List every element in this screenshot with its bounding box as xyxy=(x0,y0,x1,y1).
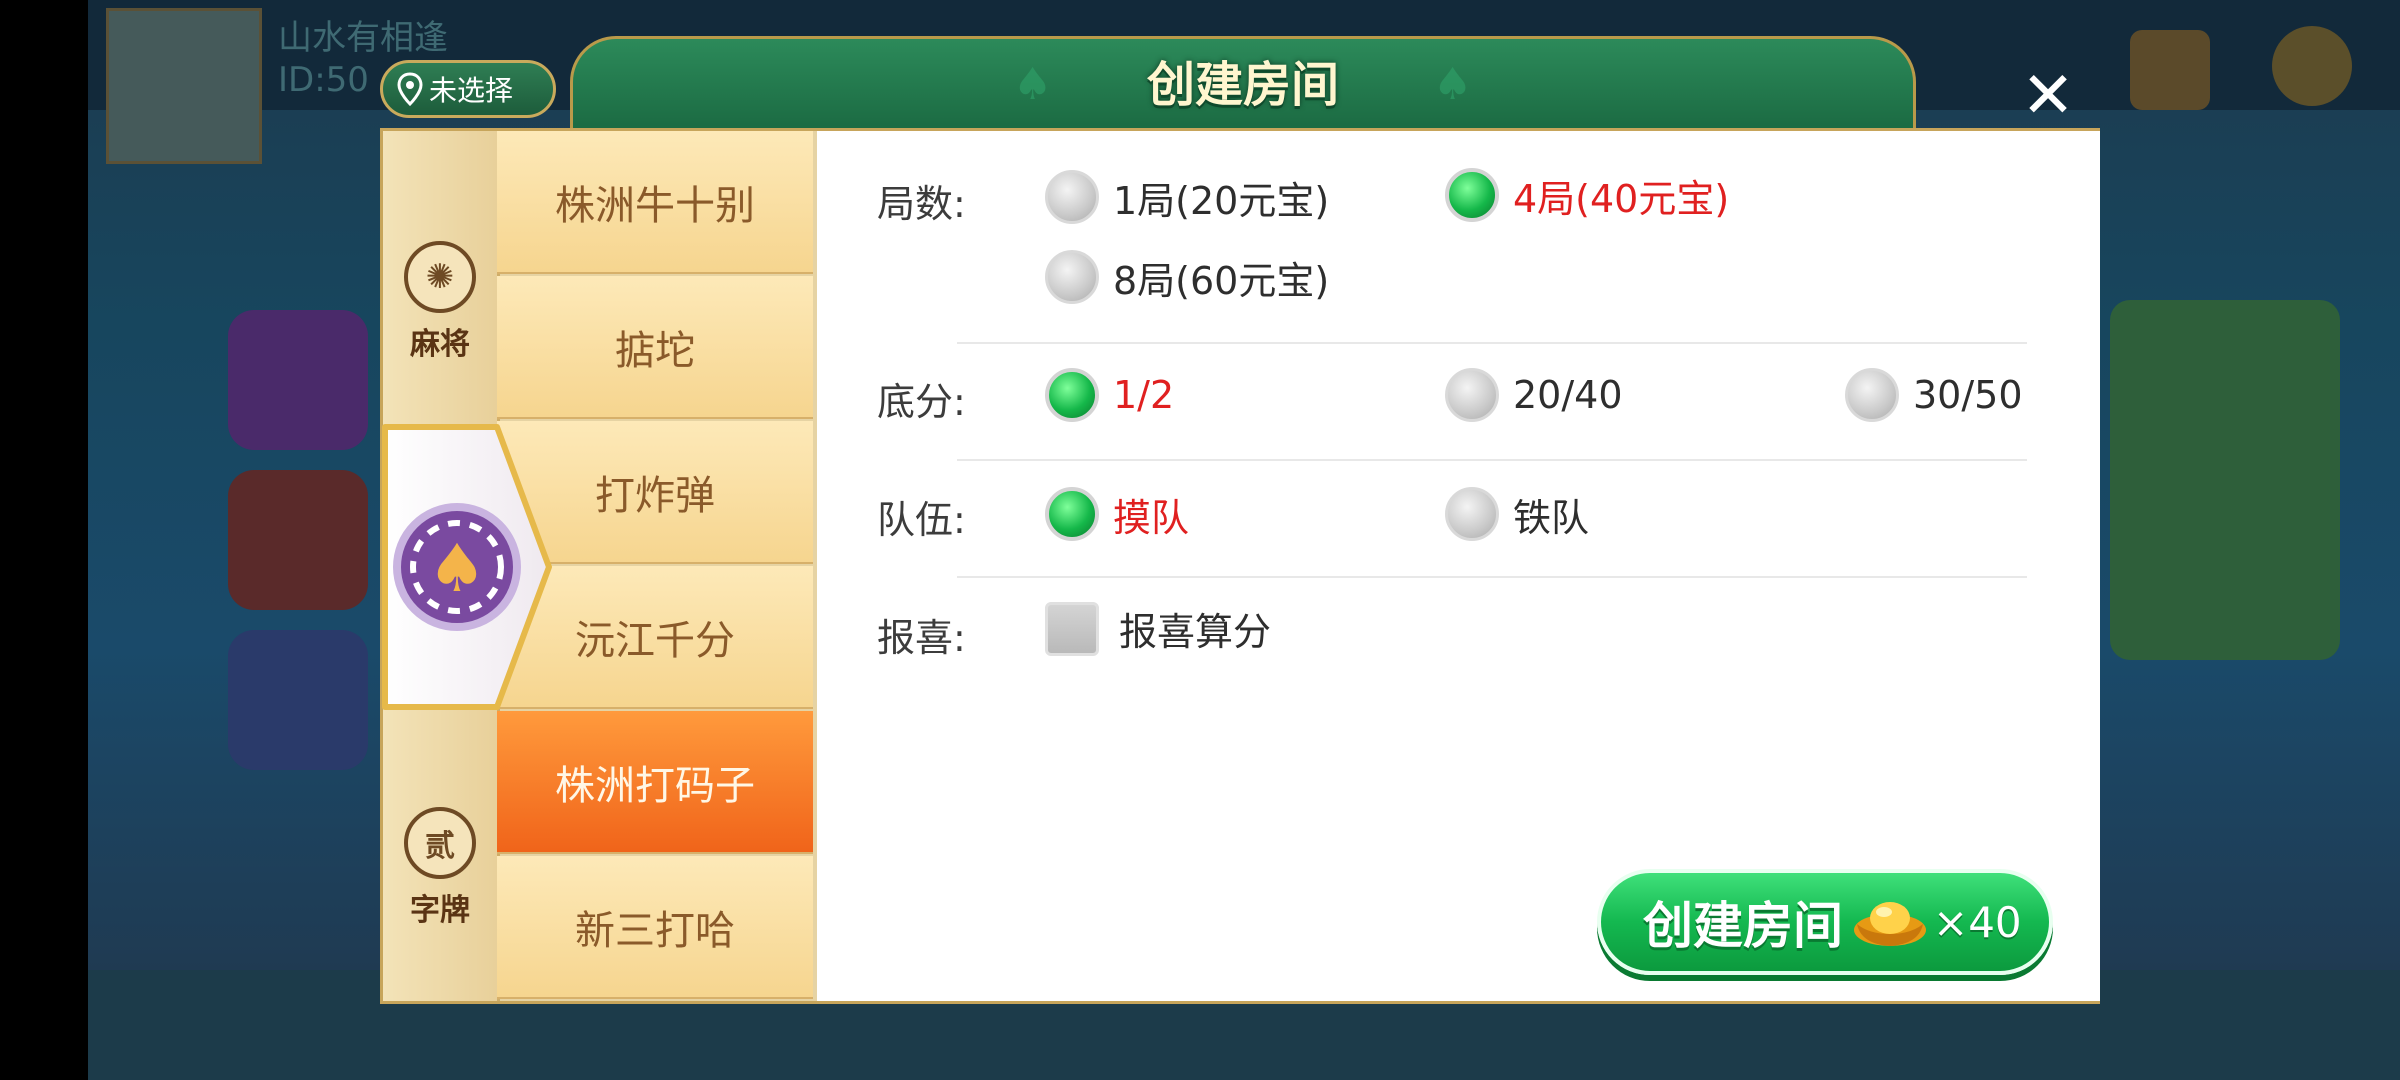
base-score-option-20-40[interactable]: 20/40 xyxy=(1445,365,1623,425)
team-option-tie[interactable]: 铁队 xyxy=(1445,484,1589,544)
create-room-button[interactable]: 创建房间 ×40 xyxy=(1597,869,2053,975)
radio-button[interactable] xyxy=(1445,487,1499,541)
radio-button-selected[interactable] xyxy=(1045,368,1099,422)
radio-button-selected[interactable] xyxy=(1045,487,1099,541)
lobby-tile-shop xyxy=(228,310,368,450)
category-zipai[interactable]: 贰 字牌 xyxy=(383,807,497,929)
game-item-xinsan-daha[interactable]: 新三打哈 xyxy=(497,856,813,999)
close-icon[interactable]: ✕ xyxy=(2008,56,2088,136)
settings-gear-icon xyxy=(2272,26,2352,106)
report-score-checkbox[interactable]: 报喜算分 xyxy=(1045,601,1271,656)
player-id: ID:50 xyxy=(278,60,369,100)
team-option-tie-label: 铁队 xyxy=(1513,495,1590,540)
lobby-tile-game1 xyxy=(228,470,368,610)
report-label: 报喜: xyxy=(877,616,966,660)
dialog-title: 创建房间 xyxy=(1146,57,1339,113)
game-item-zhuzhou-damazi[interactable]: 株洲打码子 xyxy=(497,711,813,854)
divider xyxy=(957,576,2027,578)
radio-button[interactable] xyxy=(1045,250,1099,304)
team-option-mo-label: 摸队 xyxy=(1113,495,1190,540)
category-mahjong[interactable]: ✺ 麻将 xyxy=(383,241,497,363)
game-item-diantuo[interactable]: 掂坨 xyxy=(497,276,813,419)
radio-button-selected[interactable] xyxy=(1445,168,1499,222)
base-score-option-30-50[interactable]: 30/50 xyxy=(1845,365,2023,425)
create-room-cost: ×40 xyxy=(1933,897,2022,947)
rounds-option-1-label: 1局(20元宝) xyxy=(1113,178,1330,223)
base-score-option-30-50-label: 30/50 xyxy=(1913,373,2023,417)
gold-ingot-icon xyxy=(1854,902,1926,946)
create-room-button-label: 创建房间 xyxy=(1643,897,1843,955)
team-label: 队伍: xyxy=(877,498,966,542)
poker-spade-icon: ♠ xyxy=(427,530,486,607)
create-room-dialog: ♠ ♠ 创建房间 未选择 ✕ ✺ 麻将 贰 字牌 株洲牛十别 掂坨 打炸弹 沅江… xyxy=(380,36,2100,1008)
rounds-option-4[interactable]: 4局(40元宝) xyxy=(1445,165,1729,225)
room-options-panel: 局数: 1局(20元宝) 4局(40元宝) 8局(60元宝) 底分: 1/2 2… xyxy=(817,131,2100,1001)
radio-button[interactable] xyxy=(1845,368,1899,422)
checkbox-box[interactable] xyxy=(1045,601,1099,656)
category-poker[interactable]: ♠ xyxy=(379,421,557,713)
player-avatar xyxy=(106,8,262,164)
rounds-label: 局数: xyxy=(877,182,966,226)
base-score-option-20-40-label: 20/40 xyxy=(1513,373,1623,417)
location-selector[interactable]: 未选择 xyxy=(380,60,556,118)
team-option-mo[interactable]: 摸队 xyxy=(1045,484,1189,544)
base-score-option-1-2-label: 1/2 xyxy=(1113,373,1175,417)
base-score-label: 底分: xyxy=(877,380,966,424)
location-pin-icon xyxy=(397,72,423,106)
category-mahjong-label: 麻将 xyxy=(410,327,470,362)
lobby-side-panel xyxy=(2110,300,2340,660)
report-score-checkbox-label: 报喜算分 xyxy=(1119,610,1272,654)
base-score-option-1-2[interactable]: 1/2 xyxy=(1045,365,1174,425)
location-label: 未选择 xyxy=(429,74,514,107)
dialog-body: ✺ 麻将 贰 字牌 株洲牛十别 掂坨 打炸弹 沅江千分 株洲打码子 新三打哈 ♠… xyxy=(380,128,2100,1004)
radio-button[interactable] xyxy=(1445,368,1499,422)
rounds-option-4-label: 4局(40元宝) xyxy=(1513,176,1730,221)
category-zipai-label: 字牌 xyxy=(410,893,470,928)
radio-button[interactable] xyxy=(1045,170,1099,224)
divider xyxy=(957,459,2027,461)
mahjong-flower-icon: ✺ xyxy=(404,241,476,313)
rounds-option-8[interactable]: 8局(60元宝) xyxy=(1045,247,1329,307)
dialog-header: ♠ ♠ 创建房间 xyxy=(570,36,1916,131)
lobby-tile-game2 xyxy=(228,630,368,770)
gift-icon xyxy=(2130,30,2210,110)
rounds-option-8-label: 8局(60元宝) xyxy=(1113,258,1330,303)
poker-tab-shape: ♠ xyxy=(382,424,552,710)
zipai-er-icon: 贰 xyxy=(404,807,476,879)
divider xyxy=(957,342,2027,344)
rounds-option-1[interactable]: 1局(20元宝) xyxy=(1045,167,1329,227)
game-item-zhuzhou-niushibie[interactable]: 株洲牛十别 xyxy=(497,131,813,274)
